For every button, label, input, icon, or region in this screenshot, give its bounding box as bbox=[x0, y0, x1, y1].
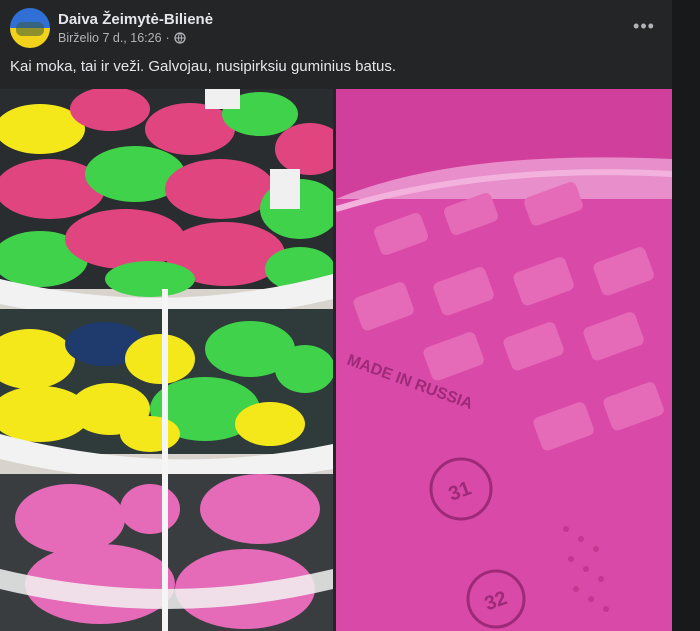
avatar[interactable] bbox=[10, 8, 50, 48]
post-text: Kai moka, tai ir veži. Galvojau, nusipir… bbox=[10, 58, 397, 75]
post-meta: Daiva Žeimytė-Bilienė Birželio 7 d., 16:… bbox=[58, 10, 213, 47]
photo-shoe-display[interactable] bbox=[0, 89, 333, 631]
separator: · bbox=[165, 30, 170, 45]
photo-shoe-sole[interactable]: MADE IN RUSSIA 31 32 bbox=[336, 89, 672, 631]
post-timestamp[interactable]: Birželio 7 d., 16:26 bbox=[58, 29, 162, 47]
globe-icon[interactable] bbox=[174, 31, 186, 44]
post-card: Daiva Žeimytė-Bilienė Birželio 7 d., 16:… bbox=[0, 0, 672, 631]
post-time-row: Birželio 7 d., 16:26 · bbox=[58, 29, 213, 47]
author-name[interactable]: Daiva Žeimytė-Bilienė bbox=[58, 10, 213, 29]
more-options-icon[interactable]: ••• bbox=[630, 16, 658, 36]
post-header: Daiva Žeimytė-Bilienė Birželio 7 d., 16:… bbox=[10, 8, 213, 48]
